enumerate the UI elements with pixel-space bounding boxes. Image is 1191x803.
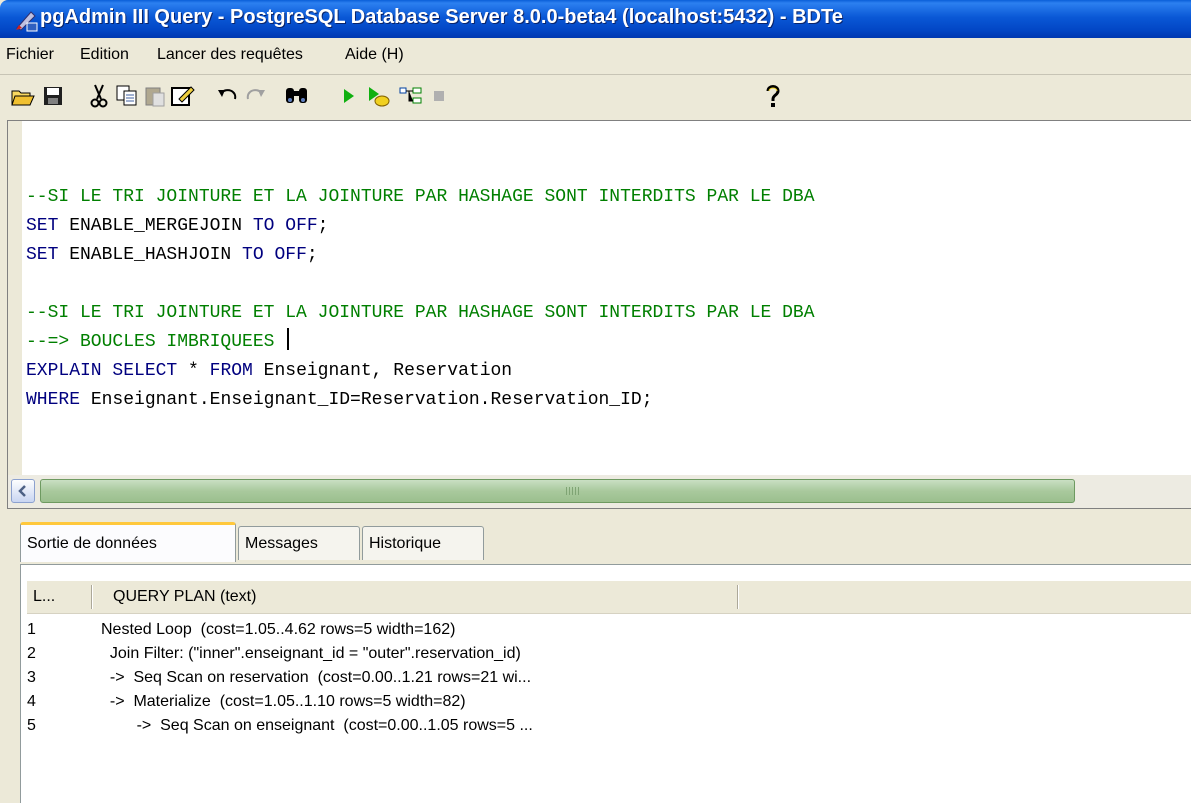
find-icon[interactable] <box>284 83 310 109</box>
cut-icon[interactable] <box>86 83 112 109</box>
code-line: --SI LE TRI JOINTURE ET LA JOINTURE PAR … <box>26 183 815 212</box>
sql-keyword: EXPLAIN SELECT <box>26 361 178 381</box>
sql-text: Enseignant, Reservation <box>252 361 513 381</box>
column-divider[interactable] <box>737 585 738 609</box>
table-row[interactable]: 2 Join Filter: ("inner".enseignant_id = … <box>21 645 1186 669</box>
menu-aide[interactable]: Aide (H) <box>345 46 404 64</box>
explain-icon[interactable] <box>398 83 424 109</box>
edit-icon[interactable] <box>170 83 196 109</box>
undo-icon[interactable] <box>215 83 241 109</box>
sql-comment: --SI LE TRI JOINTURE ET LA JOINTURE PAR … <box>26 187 815 207</box>
sql-text: ENABLE_HASHJOIN <box>58 245 243 265</box>
tab-history-label: Historique <box>369 534 442 552</box>
execute-icon[interactable] <box>336 83 362 109</box>
column-header-line[interactable]: L... <box>33 581 55 613</box>
sql-keyword: WHERE <box>26 390 81 410</box>
table-row[interactable]: 4 -> Materialize (cost=1.05..1.10 rows=5… <box>21 693 1186 717</box>
menu-fichier[interactable]: Fichier <box>6 46 54 64</box>
sql-comment: --=> BOUCLES IMBRIQUEES <box>26 332 286 352</box>
title-bar[interactable]: pgAdmin III Query - PostgreSQL Database … <box>0 0 1191 38</box>
help-icon[interactable] <box>760 83 786 109</box>
scroll-grip <box>566 487 580 495</box>
query-plan-cell: -> Seq Scan on reservation (cost=0.00..1… <box>101 669 532 686</box>
sql-text: Enseignant.Enseignant_ID=Reservation.Res… <box>80 390 653 410</box>
table-row[interactable]: 1 Nested Loop (cost=1.05..4.62 rows=5 wid… <box>21 621 1186 645</box>
tab-output[interactable]: Sortie de données <box>20 522 236 562</box>
code-line: SET ENABLE_MERGEJOIN TO OFF; <box>26 212 815 241</box>
row-number: 5 <box>27 717 36 734</box>
sql-text: ENABLE_MERGEJOIN <box>58 216 253 236</box>
sql-text: * <box>177 361 210 381</box>
menu-lancer-requetes[interactable]: Lancer des requêtes <box>157 46 303 64</box>
sql-keyword: TO <box>242 245 264 265</box>
sql-keyword: SET <box>26 245 59 265</box>
sql-text: ; <box>306 245 318 265</box>
results-header: L... QUERY PLAN (text) <box>27 581 1191 614</box>
row-number: 3 <box>27 669 36 686</box>
sql-editor[interactable]: --SI LE TRI JOINTURE ET LA JOINTURE PAR … <box>7 120 1191 477</box>
results-panel: L... QUERY PLAN (text) 1 Nested Loop (cos… <box>20 564 1191 803</box>
redo-icon[interactable] <box>242 83 268 109</box>
window-title: pgAdmin III Query - PostgreSQL Database … <box>40 6 843 28</box>
row-number: 4 <box>27 693 36 710</box>
tab-history[interactable]: Historique <box>362 526 484 560</box>
code-line: --SI LE TRI JOINTURE ET LA JOINTURE PAR … <box>26 299 815 328</box>
sql-code[interactable]: --SI LE TRI JOINTURE ET LA JOINTURE PAR … <box>26 183 815 415</box>
code-line: WHERE Enseignant.Enseignant_ID=Reservati… <box>26 386 815 415</box>
table-row[interactable]: 5 -> Seq Scan on enseignant (cost=0.00..… <box>21 717 1186 741</box>
column-header-query-plan[interactable]: QUERY PLAN (text) <box>113 581 256 613</box>
paste-icon[interactable] <box>142 83 168 109</box>
result-tabs: Sortie de données Messages Historique <box>20 522 1191 566</box>
row-number: 2 <box>27 645 36 662</box>
scroll-left-button[interactable] <box>11 479 35 503</box>
pgadmin-elephant-icon <box>14 8 38 32</box>
query-plan-cell: Nested Loop (cost=1.05..4.62 rows=5 widt… <box>101 621 456 638</box>
sql-keyword: OFF <box>274 245 307 265</box>
sql-keyword: FROM <box>209 361 253 381</box>
stop-icon[interactable] <box>426 83 452 109</box>
query-plan-cell: -> Materialize (cost=1.05..1.10 rows=5 w… <box>101 693 466 710</box>
save-icon[interactable] <box>40 83 66 109</box>
text-caret <box>287 328 290 350</box>
row-number: 1 <box>27 621 36 638</box>
scroll-thumb[interactable] <box>40 479 1075 503</box>
sql-keyword: OFF <box>285 216 318 236</box>
query-plan-cell: Join Filter: ("inner".enseignant_id = "o… <box>101 645 521 662</box>
sql-keyword: SET <box>26 216 59 236</box>
tab-messages[interactable]: Messages <box>238 526 360 560</box>
editor-margin <box>8 121 22 476</box>
sql-keyword: TO <box>252 216 275 236</box>
execute-to-file-icon[interactable] <box>366 83 392 109</box>
open-folder-icon[interactable] <box>10 83 36 109</box>
code-line: --=> BOUCLES IMBRIQUEES <box>26 328 815 357</box>
menu-bar: Fichier Edition Lancer des requêtes Aide… <box>0 38 1191 75</box>
toolbar <box>0 75 1191 117</box>
menu-edition[interactable]: Edition <box>80 46 129 64</box>
sql-text: ; <box>317 216 329 236</box>
code-line: EXPLAIN SELECT * FROM Enseignant, Reserv… <box>26 357 815 386</box>
query-plan-cell: -> Seq Scan on enseignant (cost=0.00..1.… <box>101 717 533 734</box>
tab-output-label: Sortie de données <box>27 534 157 552</box>
table-row[interactable]: 3 -> Seq Scan on reservation (cost=0.00.… <box>21 669 1186 693</box>
editor-horizontal-scrollbar[interactable] <box>7 475 1191 509</box>
chevron-left-icon <box>18 485 26 497</box>
copy-icon[interactable] <box>114 83 140 109</box>
column-divider[interactable] <box>91 585 92 609</box>
sql-comment: --SI LE TRI JOINTURE ET LA JOINTURE PAR … <box>26 303 815 323</box>
code-line: SET ENABLE_HASHJOIN TO OFF; <box>26 241 815 270</box>
tab-messages-label: Messages <box>245 534 318 552</box>
